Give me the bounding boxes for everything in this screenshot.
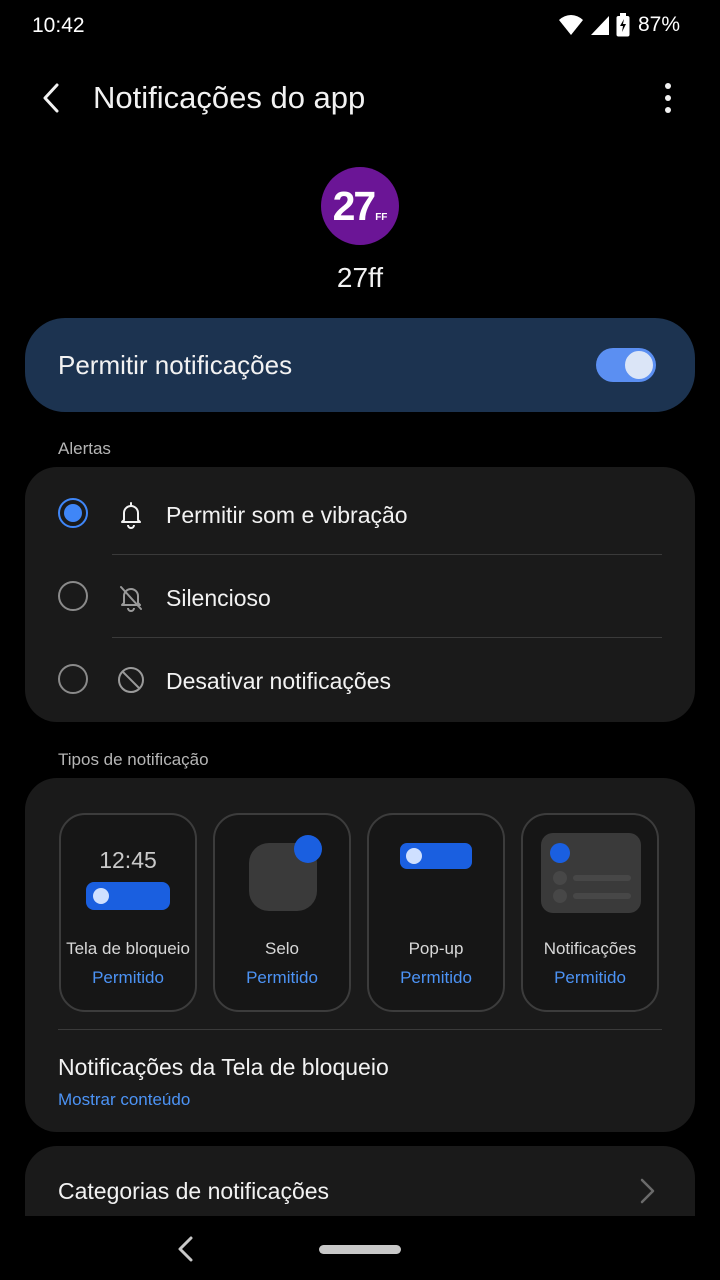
app-icon: 27 FF (321, 167, 399, 245)
app-badge-icon (249, 835, 322, 911)
lockscreen-preview: 12:45 (61, 815, 195, 935)
type-status: Permitido (92, 968, 164, 987)
type-name: Selo (264, 939, 300, 958)
alerts-card: Permitir som e vibração Silencioso Desat… (25, 467, 695, 722)
bell-icon (121, 502, 141, 529)
alert-option-silent[interactable]: Silencioso (25, 554, 695, 637)
notification-categories-row[interactable]: Categorias de notificações (25, 1146, 695, 1216)
type-name: Notificações (543, 939, 637, 958)
allow-notifications-label: Permitir notificações (58, 350, 293, 380)
lockscreen-notifications-title: Notificações da Tela de bloqueio (58, 1054, 389, 1080)
type-tile-popup[interactable]: Pop-up Permitido (367, 813, 505, 1012)
alert-option-disable[interactable]: Desativar notificações (25, 637, 695, 720)
alert-option-label: Desativar notificações (166, 668, 391, 694)
battery-percentage: 87% (637, 13, 680, 36)
badge-preview (215, 815, 349, 935)
categories-label: Categorias de notificações (58, 1178, 330, 1204)
notification-types-card: 12:45 Tela de bloqueio Permitido Selo Pe… (25, 778, 695, 1132)
type-status: Permitido (554, 968, 626, 987)
popup-preview (369, 815, 503, 935)
battery-icon (616, 13, 630, 37)
notification-pill-icon (86, 882, 170, 910)
block-icon (118, 667, 144, 693)
more-options-button[interactable] (652, 80, 684, 116)
type-status: Permitido (246, 968, 318, 987)
popup-banner-icon (400, 843, 472, 869)
alert-option-sound[interactable]: Permitir som e vibração (25, 471, 695, 554)
lockscreen-preview-time: 12:45 (99, 847, 157, 873)
app-bar: Notificações do app (0, 66, 720, 130)
more-vertical-icon (665, 83, 671, 113)
chevron-right-icon (640, 1178, 655, 1204)
alert-option-label: Silencioso (166, 585, 271, 611)
type-tile-lockscreen[interactable]: 12:45 Tela de bloqueio Permitido (59, 813, 197, 1012)
cellular-signal-icon (590, 16, 609, 35)
alerts-section-label: Alertas (58, 439, 111, 458)
nav-back-icon[interactable] (172, 1234, 200, 1264)
notification-panel-preview (523, 815, 657, 935)
app-icon-text: 27 (332, 182, 377, 229)
type-name: Pop-up (408, 939, 464, 958)
type-name: Tela de bloqueio (66, 939, 190, 958)
alert-option-label: Permitir som e vibração (166, 502, 408, 528)
wifi-icon (558, 15, 583, 35)
radio-button[interactable] (58, 498, 88, 528)
lockscreen-notifications-value: Mostrar conteúdo (58, 1090, 191, 1109)
notification-panel-icon (541, 833, 641, 913)
nav-home-handle[interactable] (319, 1245, 401, 1254)
app-icon-subtext: FF (375, 212, 388, 223)
system-navigation-bar (0, 1216, 720, 1280)
bell-off-icon (120, 586, 142, 612)
radio-button[interactable] (58, 581, 88, 611)
chevron-left-icon (43, 83, 59, 113)
type-tile-panel[interactable]: Notificações Permitido (521, 813, 659, 1012)
type-tile-badge[interactable]: Selo Permitido (213, 813, 351, 1012)
status-time: 10:42 (32, 14, 85, 37)
type-status: Permitido (400, 968, 472, 987)
status-bar: 10:42 87% (0, 0, 720, 52)
back-button[interactable] (34, 80, 70, 116)
types-section-label: Tipos de notificação (58, 750, 209, 769)
divider (58, 1029, 662, 1030)
page-title: Notificações do app (93, 80, 366, 115)
app-name: 27ff (336, 262, 384, 293)
status-icons: 87% (558, 13, 680, 37)
allow-notifications-row[interactable]: Permitir notificações (25, 318, 695, 412)
toggle-knob (623, 349, 655, 381)
radio-button[interactable] (58, 664, 88, 694)
allow-notifications-toggle[interactable] (596, 348, 656, 382)
